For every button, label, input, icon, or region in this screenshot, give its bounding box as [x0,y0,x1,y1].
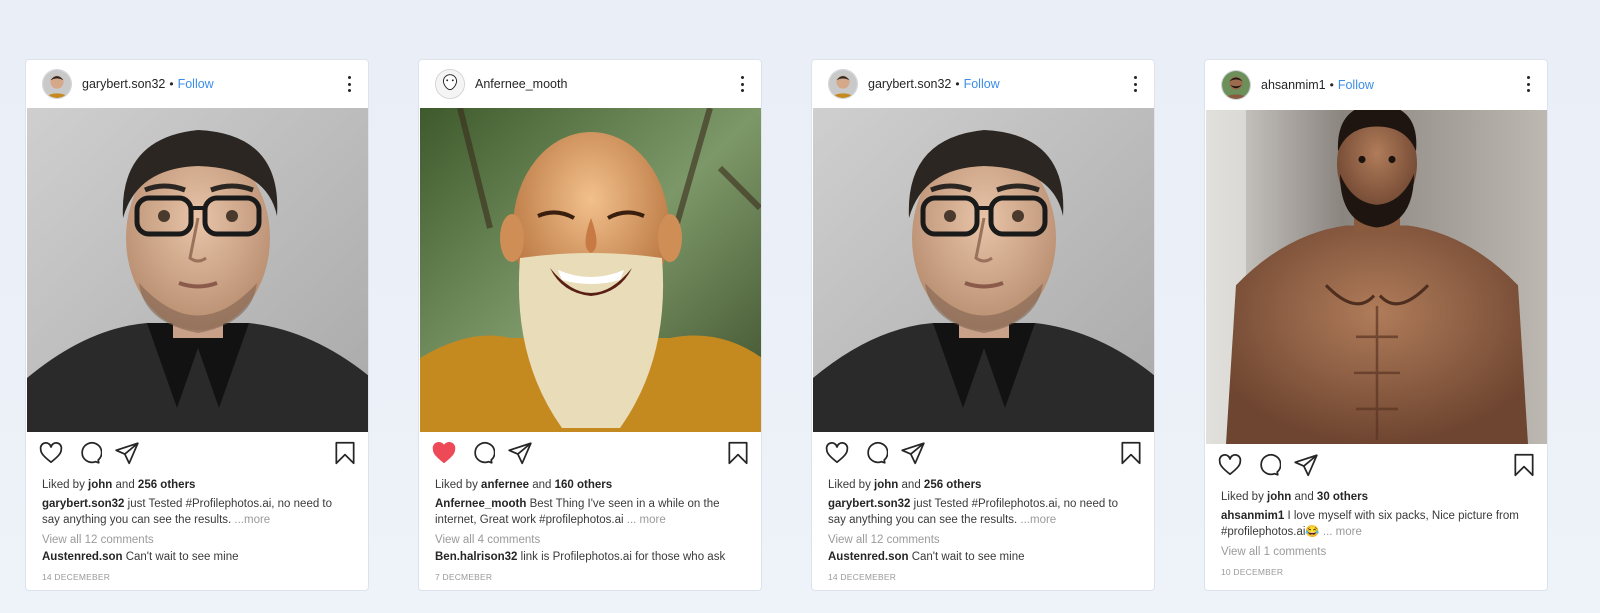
likes-others[interactable]: 256 others [138,479,196,491]
bookmark-icon[interactable] [1511,452,1537,478]
liked-by-user[interactable]: john [88,479,112,491]
comment-icon[interactable] [1255,452,1281,478]
likes-count: Liked by anfernee and 160 others [435,477,745,493]
post-card: Anfernee_mooth Liked by anfernee and 160… [418,59,762,591]
heart-icon[interactable] [1217,452,1243,478]
caption-username[interactable]: garybert.son32 [828,498,910,510]
more-options-icon[interactable] [346,76,352,92]
liked-by-user[interactable]: anfernee [481,479,529,491]
post-date: 14 DECEMEBER [42,572,111,582]
post-actions [1205,444,1547,486]
post-header: garybert.son32 • Follow [812,60,1154,108]
post-actions [26,432,368,474]
avatar[interactable] [42,69,72,99]
username-link[interactable]: garybert.son32 [868,77,951,91]
view-comments-link[interactable]: View all 12 comments [828,532,1138,548]
likes-count: Liked by john and 256 others [42,477,352,493]
separator-dot: • [169,77,174,91]
more-link[interactable]: ... more [1323,526,1362,538]
username-link[interactable]: ahsanmim1 [1261,78,1326,92]
heart-icon[interactable] [431,440,457,466]
liked-by-user[interactable]: john [874,479,898,491]
post-date: 10 DECEMBER [1221,567,1284,577]
view-comments-link[interactable]: View all 1 comments [1221,544,1531,560]
more-link[interactable]: ... more [627,514,666,526]
post-header: ahsanmim1 • Follow [1205,60,1547,110]
liked-by-user[interactable]: john [1267,491,1291,503]
comment-text: Can't wait to see mine [908,551,1025,563]
share-icon[interactable] [900,440,926,466]
comment-icon[interactable] [469,440,495,466]
separator-dot: • [955,77,960,91]
view-comments-link[interactable]: View all 4 comments [435,532,745,548]
caption-username[interactable]: Anfernee_mooth [435,498,526,510]
comment-text: link is Profilephotos.ai for those who a… [517,551,726,563]
likes-count: Liked by john and 30 others [1221,489,1531,505]
likes-and: and [115,479,135,491]
post-image[interactable] [27,108,369,432]
follow-button[interactable]: Follow [178,77,214,91]
post-card: garybert.son32 • Follow Liked by john an… [25,59,369,591]
heart-icon[interactable] [38,440,64,466]
comment: Austenred.son Can't wait to see mine [42,549,352,565]
follow-button[interactable]: Follow [964,77,1000,91]
comment: Ben.halrison32 link is Profilephotos.ai … [435,549,745,565]
username-link[interactable]: Anfernee_mooth [475,77,567,91]
bookmark-icon[interactable] [725,440,751,466]
post-header: garybert.son32 • Follow [26,60,368,108]
comment-text: Can't wait to see mine [122,551,239,563]
likes-others[interactable]: 160 others [555,479,613,491]
post-date: 14 DECEMEBER [828,572,897,582]
view-comments-link[interactable]: View all 12 comments [42,532,352,548]
post-date: 7 DECMEBER [435,572,493,582]
post-header: Anfernee_mooth [419,60,761,108]
caption: ahsanmim1 I love myself with six packs, … [1221,508,1531,540]
caption: garybert.son32 just Tested #Profilephoto… [828,496,1138,528]
likes-and: and [1294,491,1314,503]
heart-icon[interactable] [824,440,850,466]
username-link[interactable]: garybert.son32 [82,77,165,91]
avatar[interactable] [1221,70,1251,100]
more-options-icon[interactable] [1132,76,1138,92]
post-actions [419,432,761,474]
share-icon[interactable] [507,440,533,466]
comment-username[interactable]: Austenred.son [42,551,123,563]
likes-prefix: Liked by [1221,491,1264,503]
follow-button[interactable]: Follow [1338,78,1374,92]
caption-username[interactable]: ahsanmim1 [1221,510,1284,522]
post-image[interactable] [420,108,762,432]
caption: garybert.son32 just Tested #Profilephoto… [42,496,352,528]
bookmark-icon[interactable] [1118,440,1144,466]
share-icon[interactable] [1293,452,1319,478]
likes-prefix: Liked by [435,479,478,491]
post-image[interactable] [813,108,1155,432]
avatar[interactable] [435,69,465,99]
more-options-icon[interactable] [1525,76,1531,92]
comment-icon[interactable] [76,440,102,466]
likes-and: and [901,479,921,491]
avatar[interactable] [828,69,858,99]
likes-others[interactable]: 30 others [1317,491,1368,503]
more-link[interactable]: ...more [234,514,270,526]
comment-icon[interactable] [862,440,888,466]
post-card: garybert.son32 • Follow Liked by john an… [811,59,1155,591]
separator-dot: • [1329,78,1334,92]
share-icon[interactable] [114,440,140,466]
more-options-icon[interactable] [739,76,745,92]
post-card: ahsanmim1 • Follow Liked by john and 30 … [1204,59,1548,591]
likes-others[interactable]: 256 others [924,479,982,491]
likes-prefix: Liked by [828,479,871,491]
likes-and: and [532,479,552,491]
likes-count: Liked by john and 256 others [828,477,1138,493]
comment-username[interactable]: Ben.halrison32 [435,551,517,563]
likes-prefix: Liked by [42,479,85,491]
caption-username[interactable]: garybert.son32 [42,498,124,510]
caption: Anfernee_mooth Best Thing I've seen in a… [435,496,745,528]
more-link[interactable]: ...more [1020,514,1056,526]
comment: Austenred.son Can't wait to see mine [828,549,1138,565]
comment-username[interactable]: Austenred.son [828,551,909,563]
post-actions [812,432,1154,474]
bookmark-icon[interactable] [332,440,358,466]
post-image[interactable] [1206,110,1548,444]
